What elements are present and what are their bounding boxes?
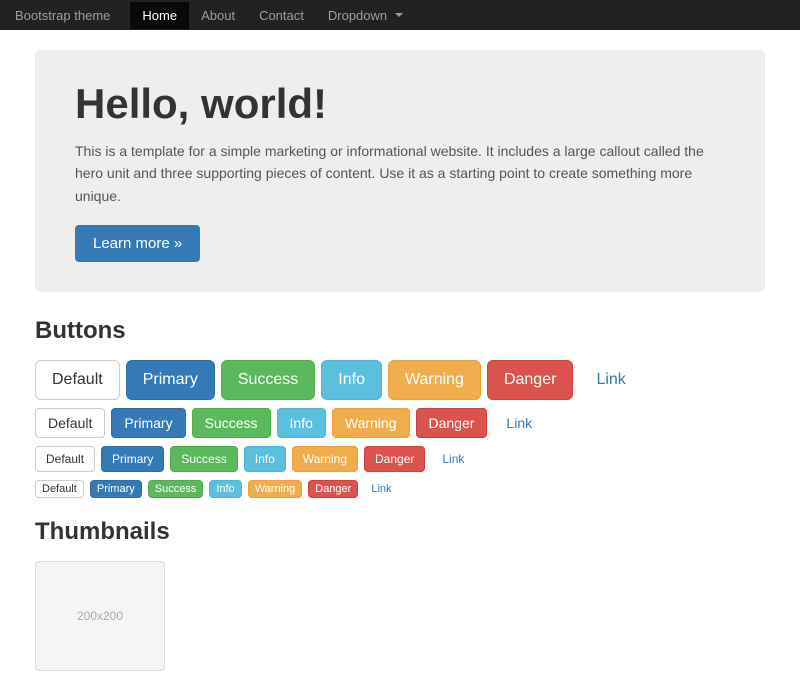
btn-link-md[interactable]: Link bbox=[493, 408, 545, 438]
learn-more-button[interactable]: Learn more » bbox=[75, 225, 200, 262]
main-content: Hello, world! This is a template for a s… bbox=[20, 30, 780, 691]
btn-danger-lg[interactable]: Danger bbox=[487, 360, 573, 400]
btn-success-xs[interactable]: Success bbox=[148, 480, 204, 498]
btn-warning-sm[interactable]: Warning bbox=[292, 446, 358, 472]
navbar-brand[interactable]: Bootstrap theme bbox=[15, 8, 110, 23]
btn-link-xs[interactable]: Link bbox=[364, 480, 398, 498]
button-row-lg: Default Primary Success Info Warning Dan… bbox=[35, 360, 765, 400]
hero-unit: Hello, world! This is a template for a s… bbox=[35, 50, 765, 292]
thumbnail-item[interactable]: 200x200 bbox=[35, 561, 165, 671]
btn-default-xs[interactable]: Default bbox=[35, 480, 84, 498]
btn-info-lg[interactable]: Info bbox=[321, 360, 382, 400]
hero-description: This is a template for a simple marketin… bbox=[75, 140, 725, 207]
navbar: Bootstrap theme Home About Contact Dropd… bbox=[0, 0, 800, 30]
btn-warning-md[interactable]: Warning bbox=[332, 408, 410, 438]
button-row-xs: Default Primary Success Info Warning Dan… bbox=[35, 480, 765, 498]
nav-items: Home About Contact Dropdown bbox=[130, 2, 414, 29]
btn-default-sm[interactable]: Default bbox=[35, 446, 95, 472]
btn-warning-lg[interactable]: Warning bbox=[388, 360, 481, 400]
btn-primary-md[interactable]: Primary bbox=[111, 408, 185, 438]
btn-link-lg[interactable]: Link bbox=[579, 360, 642, 400]
nav-item-about[interactable]: About bbox=[189, 2, 247, 29]
btn-danger-xs[interactable]: Danger bbox=[308, 480, 358, 498]
button-row-sm: Default Primary Success Info Warning Dan… bbox=[35, 446, 765, 472]
btn-info-xs[interactable]: Info bbox=[209, 480, 241, 498]
btn-default-md[interactable]: Default bbox=[35, 408, 105, 438]
btn-warning-xs[interactable]: Warning bbox=[248, 480, 303, 498]
btn-default-lg[interactable]: Default bbox=[35, 360, 120, 400]
hero-title: Hello, world! bbox=[75, 80, 725, 128]
btn-danger-sm[interactable]: Danger bbox=[364, 446, 425, 472]
thumbnail-label: 200x200 bbox=[77, 609, 123, 623]
btn-primary-sm[interactable]: Primary bbox=[101, 446, 164, 472]
button-row-md: Default Primary Success Info Warning Dan… bbox=[35, 408, 765, 438]
btn-primary-lg[interactable]: Primary bbox=[126, 360, 215, 400]
btn-info-sm[interactable]: Info bbox=[244, 446, 286, 472]
nav-item-home[interactable]: Home bbox=[130, 2, 189, 29]
dropdown-caret-icon bbox=[395, 13, 403, 17]
nav-item-contact[interactable]: Contact bbox=[247, 2, 316, 29]
buttons-section: Buttons Default Primary Success Info War… bbox=[35, 317, 765, 498]
btn-success-sm[interactable]: Success bbox=[170, 446, 237, 472]
nav-item-dropdown[interactable]: Dropdown bbox=[316, 2, 415, 29]
buttons-section-title: Buttons bbox=[35, 317, 765, 345]
btn-success-md[interactable]: Success bbox=[192, 408, 271, 438]
thumbnails-section-title: Thumbnails bbox=[35, 518, 765, 546]
btn-primary-xs[interactable]: Primary bbox=[90, 480, 142, 498]
btn-success-lg[interactable]: Success bbox=[221, 360, 315, 400]
btn-danger-md[interactable]: Danger bbox=[416, 408, 488, 438]
thumbnails-section: Thumbnails 200x200 bbox=[35, 518, 765, 671]
btn-info-md[interactable]: Info bbox=[277, 408, 326, 438]
btn-link-sm[interactable]: Link bbox=[431, 446, 475, 472]
